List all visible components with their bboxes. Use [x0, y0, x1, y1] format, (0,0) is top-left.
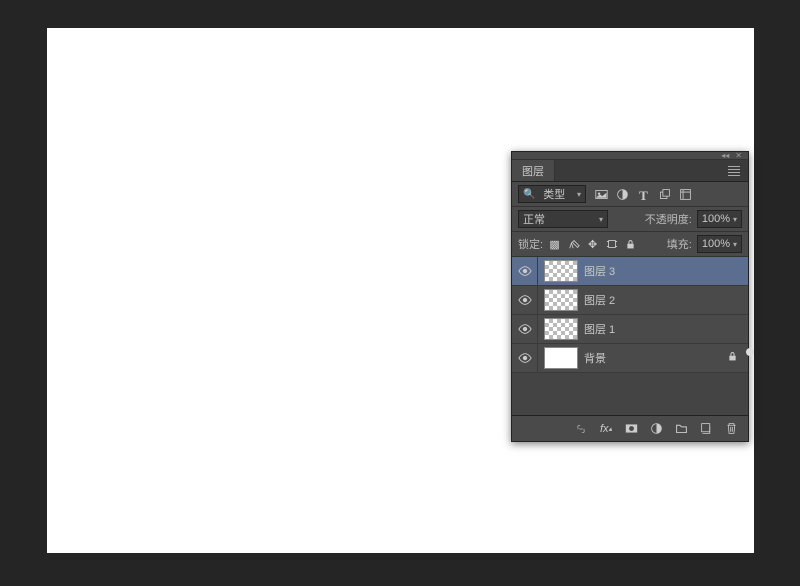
filter-toggle-icon[interactable] — [746, 348, 754, 356]
group-icon[interactable] — [674, 422, 688, 436]
new-layer-icon[interactable] — [699, 422, 713, 436]
chevron-down-icon: ▾ — [599, 215, 603, 224]
lock-transparency-icon[interactable]: ▩ — [548, 238, 561, 251]
mask-icon[interactable] — [624, 422, 638, 436]
tab-label: 图层 — [522, 163, 544, 179]
layer-row[interactable]: 背景 — [512, 344, 748, 373]
layer-name[interactable]: 图层 2 — [584, 292, 748, 308]
visibility-toggle[interactable] — [512, 286, 538, 314]
layer-row[interactable]: 图层 1 — [512, 315, 748, 344]
fill-label: 填充: — [667, 236, 692, 252]
blend-bar: 正常 ▾ 不透明度: 100% ▾ — [512, 207, 748, 232]
layer-thumbnail[interactable] — [544, 260, 578, 282]
pixel-filter-icon[interactable] — [595, 188, 608, 201]
layer-list-padding[interactable] — [512, 373, 748, 415]
panel-tabs: 图层 — [512, 160, 748, 182]
chevron-down-icon: ▾ — [733, 215, 737, 224]
layer-name[interactable]: 背景 — [584, 350, 727, 366]
opacity-value: 100% — [702, 213, 730, 225]
layers-panel: ◂◂ ✕ 图层 🔍 类型 ▾ T 正常 ▾ 不透明度: — [511, 151, 749, 442]
lock-bar: 锁定: ▩ ✥ 填充: 100% ▾ — [512, 232, 748, 257]
fill-input[interactable]: 100% ▾ — [697, 235, 742, 253]
layer-list: 图层 3 图层 2 图层 1 背景 — [512, 257, 748, 373]
link-layers-icon[interactable] — [574, 422, 588, 436]
lock-icons: ▩ ✥ — [548, 238, 637, 251]
filter-type-dropdown[interactable]: 🔍 类型 ▾ — [518, 185, 586, 203]
adjustment-layer-icon[interactable] — [649, 422, 663, 436]
chevron-down-icon: ▾ — [733, 240, 737, 249]
fx-icon[interactable]: fx▴ — [599, 422, 613, 436]
visibility-toggle[interactable] — [512, 315, 538, 343]
filter-icons: T — [595, 188, 692, 201]
layer-name[interactable]: 图层 3 — [584, 263, 748, 279]
layer-thumbnail[interactable] — [544, 318, 578, 340]
smartobj-filter-icon[interactable] — [679, 188, 692, 201]
layer-row[interactable]: 图层 2 — [512, 286, 748, 315]
shape-filter-icon[interactable] — [658, 188, 671, 201]
blend-mode-value: 正常 — [523, 211, 545, 227]
layer-thumbnail[interactable] — [544, 289, 578, 311]
panel-dragbar[interactable]: ◂◂ ✕ — [512, 152, 748, 160]
lock-label: 锁定: — [518, 236, 543, 252]
adjustment-filter-icon[interactable] — [616, 188, 629, 201]
layer-row[interactable]: 图层 3 — [512, 257, 748, 286]
panel-footer: fx▴ — [512, 415, 748, 441]
tab-layers[interactable]: 图层 — [512, 160, 555, 181]
panel-menu-icon[interactable] — [720, 166, 748, 176]
close-icon[interactable]: ✕ — [735, 151, 742, 160]
opacity-label: 不透明度: — [645, 211, 692, 227]
delete-layer-icon[interactable] — [724, 422, 738, 436]
visibility-toggle[interactable] — [512, 344, 538, 372]
blend-mode-dropdown[interactable]: 正常 ▾ — [518, 210, 608, 228]
chevron-down-icon: ▾ — [577, 190, 581, 199]
layer-thumbnail[interactable] — [544, 347, 578, 369]
fill-value: 100% — [702, 238, 730, 250]
text-filter-icon[interactable]: T — [637, 188, 650, 201]
lock-all-icon[interactable] — [624, 238, 637, 251]
lock-position-icon[interactable]: ✥ — [586, 238, 599, 251]
collapse-icon[interactable]: ◂◂ — [721, 151, 729, 160]
filter-label: 类型 — [543, 186, 565, 202]
lock-pixels-icon[interactable] — [567, 238, 580, 251]
visibility-toggle[interactable] — [512, 257, 538, 285]
layer-filter-bar: 🔍 类型 ▾ T — [512, 182, 748, 207]
lock-artboard-icon[interactable] — [605, 238, 618, 251]
opacity-input[interactable]: 100% ▾ — [697, 210, 742, 228]
layer-name[interactable]: 图层 1 — [584, 321, 748, 337]
lock-icon[interactable] — [727, 351, 748, 365]
